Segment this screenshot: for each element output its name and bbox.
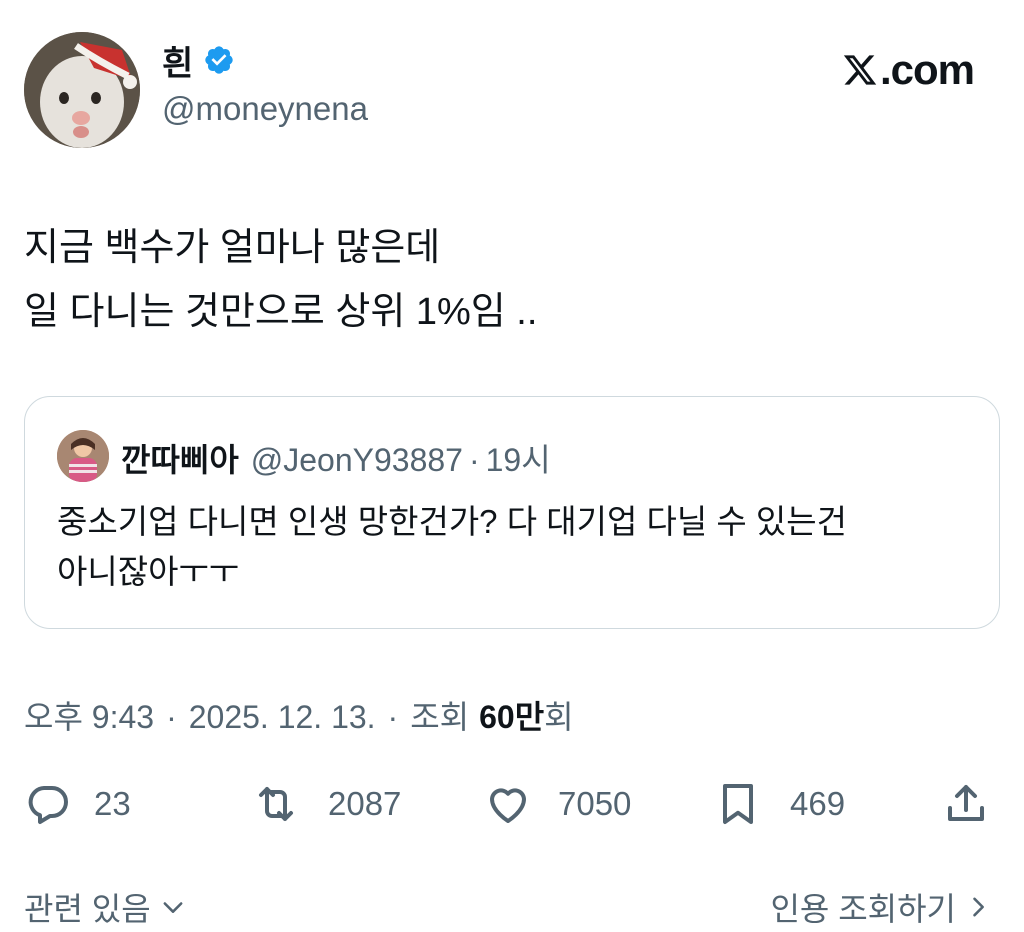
quoted-body: 중소기업 다니면 인생 망한건가? 다 대기업 다닐 수 있는건 아니잖아ㅜㅜ: [57, 497, 977, 597]
related-label: 관련 있음: [24, 891, 151, 927]
tweet-body: 지금 백수가 얼마나 많은데 일 다니는 것만으로 상위 1%임 ..: [24, 216, 984, 344]
bookmark-icon: [723, 784, 753, 824]
tweet-footer: 관련 있음 인용 조회하기: [24, 884, 1000, 932]
like-button[interactable]: 7050: [484, 774, 631, 834]
bookmark-button[interactable]: 469: [714, 774, 845, 834]
reply-icon: [28, 786, 68, 824]
cat-avatar-icon: [24, 32, 140, 148]
quoted-handle[interactable]: @JeonY93887: [251, 442, 463, 479]
x-logo-icon: [843, 55, 877, 85]
quoted-line: 중소기업 다니면 인생 망한건가? 다 대기업 다닐 수 있는건: [57, 503, 847, 540]
views-number: 60만: [479, 699, 545, 735]
like-count: 7050: [558, 785, 632, 822]
retweet-button[interactable]: 2087: [252, 774, 401, 834]
tweet-line: 지금 백수가 얼마나 많은데: [24, 227, 441, 269]
views-suffix: 회: [544, 699, 574, 735]
meta-separator: ·: [166, 699, 177, 735]
reply-button[interactable]: 23: [24, 774, 131, 834]
chevron-down-icon: [163, 902, 183, 913]
quoted-separator: ·: [468, 442, 480, 478]
retweet-icon: [259, 787, 293, 821]
verified-badge-icon: [205, 46, 233, 74]
quoted-time[interactable]: 19시: [486, 435, 551, 481]
display-name-row: 흰: [162, 36, 368, 85]
author-handle[interactable]: @moneynena: [162, 90, 368, 128]
tweet-time[interactable]: 오후 9:43: [24, 692, 154, 738]
retweet-count: 2087: [328, 785, 402, 822]
view-quotes-link[interactable]: 인용 조회하기: [770, 884, 992, 930]
person-avatar-icon: [57, 430, 109, 482]
meta-separator: ·: [387, 699, 399, 735]
bookmark-count: 469: [790, 785, 846, 822]
views-label: 조회: [410, 699, 470, 735]
author-names: 흰 @moneynena: [162, 38, 368, 128]
action-bar: 23 2087 7050 469: [24, 774, 1000, 834]
tweet-header: 흰 @moneynena .com: [24, 32, 1000, 148]
view-quotes-label: 인용 조회하기: [770, 891, 956, 927]
quoted-header: 깐따삐아 @JeonY93887 · 19시: [121, 435, 551, 481]
quoted-display-name[interactable]: 깐따삐아: [121, 435, 239, 481]
quoted-line: 아니잖아ㅜㅜ: [57, 553, 240, 590]
author-display-name[interactable]: 흰: [162, 36, 193, 85]
tweet-meta: 오후 9:43 · 2025. 12. 13. · 조회 60만 회: [24, 692, 574, 738]
author-avatar[interactable]: [24, 32, 140, 148]
reply-count: 23: [94, 785, 131, 822]
quoted-author-avatar[interactable]: [57, 430, 109, 482]
related-toggle[interactable]: 관련 있음: [24, 884, 187, 930]
tweet-line: 일 다니는 것만으로 상위 1%임 ..: [24, 291, 538, 333]
xcom-branding: .com: [842, 46, 975, 94]
quoted-tweet[interactable]: 깐따삐아 @JeonY93887 · 19시 중소기업 다니면 인생 망한건가?…: [24, 396, 1000, 629]
heart-icon: [490, 788, 526, 823]
xcom-text: .com: [879, 46, 975, 93]
tweet-date[interactable]: 2025. 12. 13.: [189, 699, 376, 736]
share-icon: [948, 785, 984, 821]
share-button[interactable]: [942, 774, 990, 834]
chevron-right-icon: [973, 897, 984, 917]
